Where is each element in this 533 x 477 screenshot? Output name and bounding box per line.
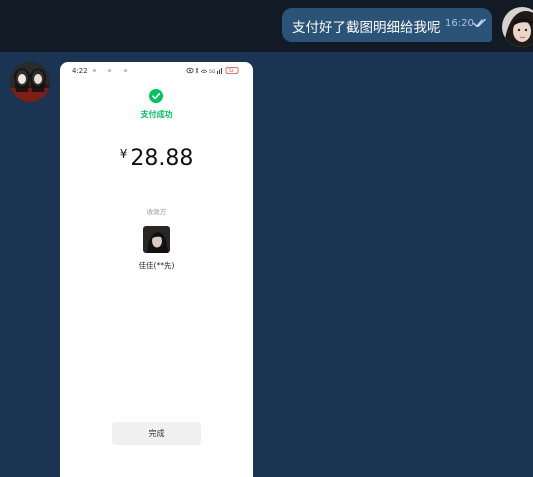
message-time: 16:20 — [445, 18, 474, 29]
double-check-icon — [473, 18, 486, 28]
battery-level-text: 52 — [229, 68, 235, 73]
status-bar-time: 4:22 — [72, 67, 88, 75]
currency-symbol: ¥ — [119, 147, 128, 161]
check-circle-icon — [149, 89, 163, 103]
payment-screenshot-image[interactable]: 4:22 5G 52 支付成功 ¥28.88 收款方 佳佳(**先) 完成 — [60, 62, 253, 477]
payee-avatar — [143, 226, 170, 253]
status-dot-icon — [124, 69, 127, 72]
peer-avatar[interactable] — [10, 62, 50, 102]
message-text: 支付好了截图明细给我呢 — [292, 20, 441, 36]
payee-name: 佳佳(**先) — [138, 261, 175, 270]
status-bar-icons: 5G 52 — [186, 67, 239, 75]
payee-label: 收款方 — [146, 208, 167, 216]
payment-status-text: 支付成功 — [140, 110, 173, 119]
status-dot-icon — [108, 69, 111, 72]
amount-value: 28.88 — [130, 146, 194, 171]
outgoing-message-bubble[interactable]: 支付好了截图明细给我呢 16:20 — [282, 8, 492, 42]
done-button[interactable]: 完成 — [112, 422, 201, 445]
signal-text: 5G — [209, 69, 216, 75]
status-dot-icon — [93, 69, 96, 72]
payment-amount: ¥28.88 — [60, 146, 253, 171]
